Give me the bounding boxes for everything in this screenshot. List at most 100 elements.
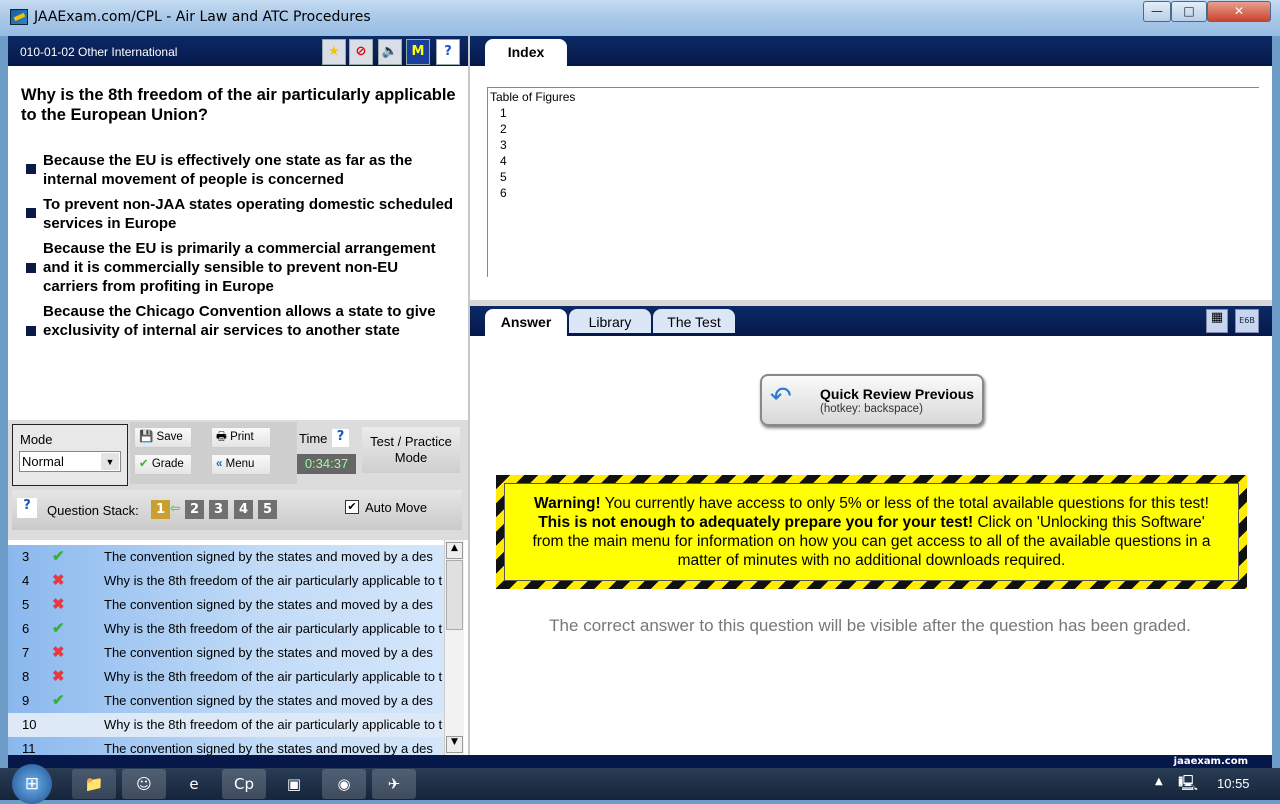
star-icon[interactable]: ★ — [322, 39, 346, 65]
e6b-button[interactable]: E6B — [1235, 309, 1259, 333]
save-button[interactable]: 💾 Save — [134, 427, 192, 448]
help-icon[interactable]: ? — [436, 39, 460, 65]
stack-item-3[interactable]: 3 — [209, 500, 228, 519]
figure-link[interactable]: 4 — [490, 153, 1257, 169]
question-list-row[interactable]: 9 ✔ The convention signed by the states an… — [8, 689, 446, 713]
cross-icon: ✖ — [52, 668, 65, 685]
minimize-button[interactable]: — — [1143, 1, 1171, 22]
clock[interactable]: 10:55 — [1217, 776, 1250, 791]
warning-text: Warning! You currently have access to on… — [504, 483, 1239, 581]
explorer-taskbar-icon[interactable]: 📁 — [72, 769, 116, 799]
stack-help-icon[interactable]: ? — [17, 498, 37, 518]
scroll-up-icon[interactable]: ▲ — [446, 542, 463, 559]
row-question-text: The convention signed by the states and … — [104, 645, 433, 660]
scroll-down-icon[interactable]: ▼ — [446, 736, 463, 753]
list-scrollbar[interactable]: ▲ ▼ — [444, 540, 464, 755]
option-text: Because the EU is effectively one state … — [43, 152, 413, 188]
row-question-text: Why is the 8th freedom of the air partic… — [104, 621, 443, 636]
answer-option-3[interactable]: Because the EU is primarily a commercial… — [26, 239, 456, 296]
quick-review-previous-button[interactable]: ↶ Quick Review Previous (hotkey: backspa… — [760, 374, 984, 426]
row-question-text: Why is the 8th freedom of the air partic… — [104, 573, 443, 588]
figure-link[interactable]: 3 — [490, 137, 1257, 153]
stack-item-4[interactable]: 4 — [234, 500, 253, 519]
grade-button[interactable]: ✔ Grade — [134, 454, 192, 475]
figure-link[interactable]: 2 — [490, 121, 1257, 137]
question-list-row[interactable]: 5 ✖ The convention signed by the states an… — [8, 593, 446, 617]
close-button[interactable]: ✕ — [1207, 1, 1271, 22]
question-list: 3 ✔ The convention signed by the states an… — [8, 540, 464, 755]
memo-plus-icon[interactable]: M — [406, 39, 430, 65]
mode-value: Normal — [22, 454, 64, 469]
mode-select[interactable]: Normal ▼ — [19, 451, 121, 472]
jaaexam-taskbar-icon[interactable]: ✈ — [372, 769, 416, 799]
row-number: 9 — [22, 693, 30, 708]
row-number: 8 — [22, 669, 30, 684]
row-number: 7 — [22, 645, 30, 660]
tab-index[interactable]: Index — [485, 39, 567, 66]
start-button[interactable]: ⊞ — [12, 764, 52, 804]
cross-icon: ✖ — [52, 644, 65, 661]
time-help-icon[interactable]: ? — [332, 429, 349, 447]
site-label: jaaexam.com — [1173, 756, 1248, 767]
stack-item-2[interactable]: 2 — [185, 500, 204, 519]
check-icon: ✔ — [52, 548, 65, 565]
tab-library[interactable]: Library — [569, 309, 651, 333]
topic-header: 010-01-02 Other International ★ ⊘ 🔈 M ? — [8, 36, 468, 66]
stack-item-1[interactable]: 1 — [151, 500, 170, 519]
option-text: Because the Chicago Convention allows a … — [43, 303, 436, 339]
question-list-row[interactable]: 7 ✖ The convention signed by the states an… — [8, 641, 446, 665]
yahoo-messenger-taskbar-icon[interactable]: ☺ — [122, 769, 166, 799]
question-list-row[interactable]: 8 ✖ Why is the 8th freedom of the air part… — [8, 665, 446, 689]
window-title: JAAExam.com/CPL - Air Law and ATC Proced… — [34, 9, 371, 25]
control-panel: Mode Normal ▼ 💾 Save 🖶 Print ✔ Grade « Me… — [8, 420, 468, 540]
chevron-down-icon[interactable]: ▼ — [101, 453, 119, 470]
calculator-icon[interactable]: ▦ — [1206, 309, 1228, 333]
save-label: Save — [156, 431, 183, 443]
answer-option-2[interactable]: To prevent non-JAA states operating dome… — [26, 195, 456, 233]
check-icon: ✔ — [52, 692, 65, 709]
captivate-taskbar-icon[interactable]: Cp — [222, 769, 266, 799]
option-text: To prevent non-JAA states operating dome… — [43, 196, 454, 232]
stack-item-5[interactable]: 5 — [258, 500, 277, 519]
tab-the-test[interactable]: The Test — [653, 309, 735, 333]
question-stack-label: Question Stack: — [47, 503, 139, 518]
question-list-row[interactable]: 11 The convention signed by the states an… — [8, 737, 446, 755]
check-icon: ✔ — [139, 458, 149, 470]
index-header: Index — [470, 36, 1272, 66]
printer-icon: 🖶 — [216, 431, 227, 443]
photo-viewer-taskbar-icon[interactable]: ▣ — [272, 769, 316, 799]
figure-link[interactable]: 5 — [490, 169, 1257, 185]
auto-move-checkbox[interactable]: ✔ — [345, 500, 359, 514]
network-icon[interactable]: 🖳 — [1178, 773, 1198, 798]
time-label: Time — [299, 431, 328, 446]
block-icon[interactable]: ⊘ — [349, 39, 373, 65]
answer-option-4[interactable]: Because the Chicago Convention allows a … — [26, 302, 456, 340]
firefox-taskbar-icon[interactable]: ◉ — [322, 769, 366, 799]
option-text: Because the EU is primarily a commercial… — [43, 240, 436, 295]
double-chevron-left-icon: « — [216, 458, 223, 470]
app-icon — [10, 9, 28, 25]
option-bullet — [26, 263, 36, 273]
maximize-button[interactable]: □ — [1171, 1, 1207, 22]
scroll-thumb[interactable] — [446, 560, 463, 630]
question-list-row[interactable]: 6 ✔ Why is the 8th freedom of the air part… — [8, 617, 446, 641]
print-button[interactable]: 🖶 Print — [211, 427, 271, 448]
test-practice-mode-button[interactable]: Test / Practice Mode — [362, 427, 460, 473]
show-hidden-icons[interactable]: ▲ — [1155, 776, 1163, 787]
question-list-row[interactable]: 10 Why is the 8th freedom of the air part… — [8, 713, 446, 737]
panel-divider[interactable] — [468, 36, 470, 756]
figure-link[interactable]: 1 — [490, 105, 1257, 121]
speaker-icon[interactable]: 🔈 — [378, 39, 402, 65]
tab-answer[interactable]: Answer — [485, 309, 567, 336]
answer-option-1[interactable]: Because the EU is effectively one state … — [26, 151, 456, 189]
quick-review-hotkey: (hotkey: backspace) — [820, 403, 923, 415]
question-list-row[interactable]: 4 ✖ Why is the 8th freedom of the air part… — [8, 569, 446, 593]
option-bullet — [26, 326, 36, 336]
row-number: 6 — [22, 621, 30, 636]
row-question-text: Why is the 8th freedom of the air partic… — [104, 717, 443, 732]
row-question-text: The convention signed by the states and … — [104, 693, 433, 708]
menu-button[interactable]: « Menu — [211, 454, 271, 475]
figure-link[interactable]: 6 — [490, 185, 1257, 201]
question-list-row[interactable]: 3 ✔ The convention signed by the states an… — [8, 545, 446, 569]
internet-explorer-taskbar-icon[interactable]: e — [172, 769, 216, 799]
